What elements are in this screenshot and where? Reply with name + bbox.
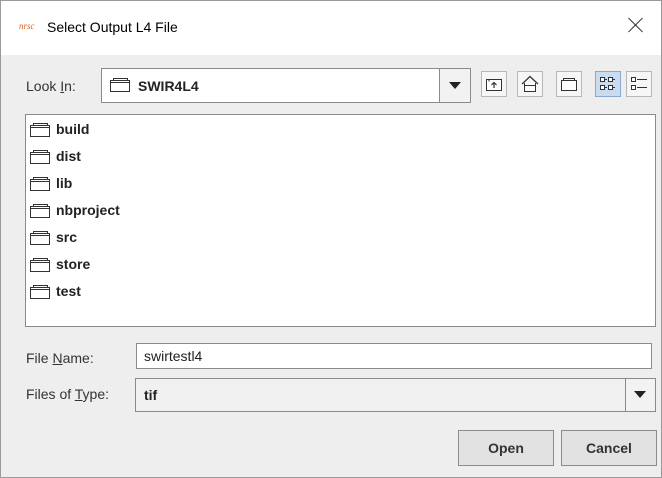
list-view-button[interactable]	[595, 71, 621, 97]
look-in-value: SWIR4L4	[138, 78, 199, 94]
files-of-type-select[interactable]: tif	[135, 378, 656, 412]
folder-icon	[30, 231, 50, 245]
folder-icon	[30, 123, 50, 137]
home-button[interactable]	[517, 71, 543, 97]
folder-icon	[30, 258, 50, 272]
window-title: Select Output L4 File	[47, 19, 178, 35]
folder-icon	[110, 78, 130, 92]
files-of-type-value: tif	[144, 387, 158, 403]
list-view-icon	[600, 77, 615, 90]
file-name: lib	[56, 175, 73, 191]
new-folder-icon	[561, 78, 577, 91]
file-name: store	[56, 256, 91, 272]
new-folder-button[interactable]	[556, 71, 582, 97]
details-view-button[interactable]	[626, 71, 652, 97]
file-name: src	[56, 229, 78, 245]
cancel-button[interactable]: Cancel	[561, 430, 657, 466]
folder-icon	[30, 177, 50, 191]
file-name: test	[56, 283, 81, 299]
chevron-down-icon	[449, 82, 461, 89]
up-one-level-icon	[486, 79, 502, 91]
home-icon	[521, 75, 539, 92]
folder-icon	[30, 285, 50, 299]
look-in-dropdown-button[interactable]	[439, 69, 470, 102]
folder-icon	[30, 204, 50, 218]
file-name-input[interactable]	[136, 343, 652, 369]
title-bar: nrsc Select Output L4 File	[1, 1, 661, 55]
file-name: dist	[56, 148, 81, 164]
open-button[interactable]: Open	[458, 430, 554, 466]
close-icon[interactable]	[625, 14, 647, 36]
folder-icon	[30, 150, 50, 164]
look-in-combo[interactable]: SWIR4L4	[101, 68, 471, 103]
up-one-level-button[interactable]	[481, 71, 507, 97]
chevron-down-icon	[634, 391, 646, 398]
file-name: nbproject	[56, 202, 120, 218]
file-name: build	[56, 121, 90, 137]
file-chooser-dialog: nrsc Select Output L4 File Look In: SWIR…	[0, 0, 662, 478]
files-of-type-label: Files of Type:	[26, 386, 110, 402]
file-name-label: File Name:	[26, 350, 94, 366]
files-of-type-dropdown-button[interactable]	[625, 379, 655, 411]
details-view-icon	[631, 77, 647, 90]
app-logo: nrsc	[19, 21, 35, 31]
look-in-label: Look In:	[26, 78, 76, 94]
file-list[interactable]: build dist lib nbproject src store test	[25, 114, 656, 327]
